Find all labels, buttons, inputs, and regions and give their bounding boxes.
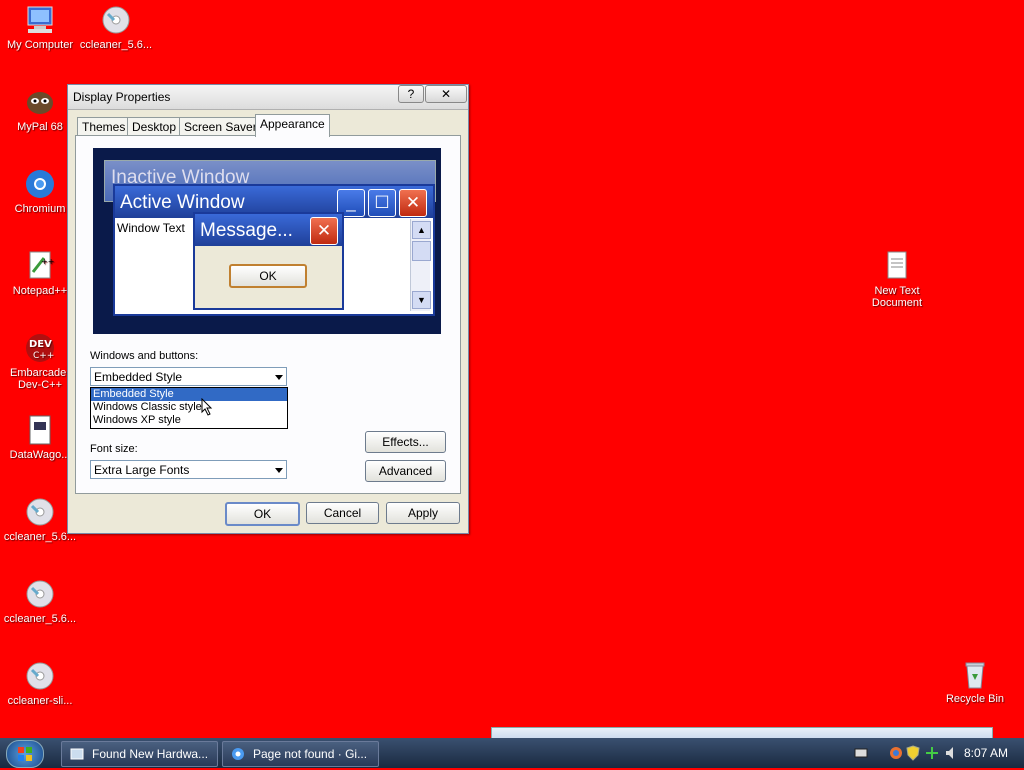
volume-icon[interactable] <box>944 745 960 761</box>
mouse-cursor-icon <box>201 398 213 416</box>
svg-text:++: ++ <box>41 257 54 266</box>
tab-appearance[interactable]: Appearance <box>255 114 330 137</box>
desktop-icon-ccleaner-1[interactable]: ccleaner_5.6... <box>78 4 154 51</box>
scroll-up-icon: ▲ <box>412 221 431 239</box>
desktop-icon-label: ccleaner_5.6... <box>79 39 153 51</box>
preview-message-box: Message... ✕ OK <box>193 212 344 310</box>
notepadpp-icon: ++ <box>24 250 56 282</box>
taskbar: Found New Hardwa... Page not found · Gi.… <box>0 738 1024 768</box>
windows-buttons-label: Windows and buttons: <box>90 350 199 362</box>
chromium-icon <box>232 748 244 760</box>
taskbar-item-label: Page not found · Gi... <box>253 747 368 761</box>
active-window-title: Active Window <box>120 192 245 213</box>
chromium-icon <box>24 168 56 200</box>
dropdown-option[interactable]: Windows Classic style <box>91 401 287 414</box>
dialog-title-bar[interactable]: Display Properties ? ✕ <box>68 85 468 110</box>
network-icon[interactable] <box>888 745 904 761</box>
font-size-label: Font size: <box>90 443 138 455</box>
desktop-icon-recycle-bin[interactable]: Recycle Bin <box>937 658 1013 705</box>
dialog-title: Display Properties <box>73 90 171 104</box>
advanced-button[interactable]: Advanced <box>365 460 446 482</box>
desktop-icon-label: ccleaner_5.6... <box>3 613 77 625</box>
preview-close-icon: ✕ <box>399 189 427 217</box>
taskbar-item-label: Found New Hardwa... <box>92 747 209 761</box>
font-size-select[interactable]: Extra Large Fonts <box>90 460 287 479</box>
installer-cd-icon <box>24 578 56 610</box>
scroll-thumb <box>412 241 431 261</box>
effects-button[interactable]: Effects... <box>365 431 446 453</box>
tab-themes[interactable]: Themes <box>77 117 131 136</box>
start-button[interactable] <box>6 740 44 768</box>
windows-buttons-value: Embedded Style <box>94 370 183 384</box>
message-title-bar: Message... ✕ <box>195 214 342 246</box>
help-button[interactable]: ? <box>398 85 424 103</box>
preview-ok-button: OK <box>229 264 307 288</box>
keyboard-icon[interactable] <box>854 747 868 759</box>
text-file-icon <box>881 250 913 282</box>
desktop-icon-new-text-document[interactable]: New Text Document <box>859 250 935 309</box>
desktop-icon-ccleaner-slim[interactable]: ccleaner-sli... <box>2 660 78 707</box>
chevron-down-icon[interactable] <box>275 468 283 473</box>
system-tray: 8:07 AM <box>854 738 1024 768</box>
preview-scrollbar: ▲ ▼ <box>410 219 431 311</box>
computer-icon <box>24 4 56 36</box>
desktop-icon-ccleaner-3[interactable]: ccleaner_5.6... <box>2 578 78 625</box>
desktop-icon-label: Recycle Bin <box>945 693 1005 705</box>
message-close-icon: ✕ <box>310 217 338 245</box>
scroll-down-icon: ▼ <box>412 291 431 309</box>
windows-buttons-select[interactable]: Embedded Style <box>90 367 287 386</box>
mypal-icon <box>24 86 56 118</box>
svg-text:DEV: DEV <box>29 339 52 350</box>
taskbar-clock[interactable]: 8:07 AM <box>964 746 1008 760</box>
tab-desktop[interactable]: Desktop <box>127 117 182 136</box>
windows-logo-icon <box>18 747 32 761</box>
desktop-icon-my-computer[interactable]: My Computer <box>2 4 78 51</box>
installer-cd-icon <box>24 496 56 528</box>
security-shield-icon[interactable] <box>906 745 920 761</box>
apply-button[interactable]: Apply <box>386 502 460 524</box>
desktop-icon-label: ccleaner-sli... <box>7 695 73 707</box>
recycle-bin-icon <box>959 658 991 690</box>
taskbar-item-page-not-found[interactable]: Page not found · Gi... <box>222 741 379 767</box>
cancel-button[interactable]: Cancel <box>306 502 379 524</box>
close-button[interactable]: ✕ <box>425 85 467 103</box>
installer-cd-icon <box>100 4 132 36</box>
font-size-value: Extra Large Fonts <box>94 463 190 477</box>
message-title: Message... <box>200 220 293 241</box>
tab-screen-saver[interactable]: Screen Saver <box>179 117 262 136</box>
installer-cd-icon <box>24 660 56 692</box>
desktop-icon-label: New Text Document <box>871 285 923 309</box>
dropdown-option[interactable]: Embedded Style <box>91 388 287 401</box>
document-icon <box>24 414 56 446</box>
dropdown-option[interactable]: Windows XP style <box>91 414 287 427</box>
hardware-window-icon <box>70 748 84 760</box>
safely-remove-icon[interactable] <box>924 745 940 761</box>
preview-maximize-icon: ☐ <box>368 189 396 217</box>
desktop-icon-label: My Computer <box>6 39 74 51</box>
windows-buttons-dropdown-list: Embedded Style Windows Classic style Win… <box>90 387 288 429</box>
taskbar-item-found-new-hardware[interactable]: Found New Hardwa... <box>61 741 218 767</box>
ok-button[interactable]: OK <box>225 502 300 526</box>
devcpp-icon: DEV C++ <box>24 332 56 364</box>
chevron-down-icon[interactable] <box>275 375 283 380</box>
svg-text:C++: C++ <box>33 351 54 361</box>
preview-window-text: Window Text <box>117 221 185 235</box>
